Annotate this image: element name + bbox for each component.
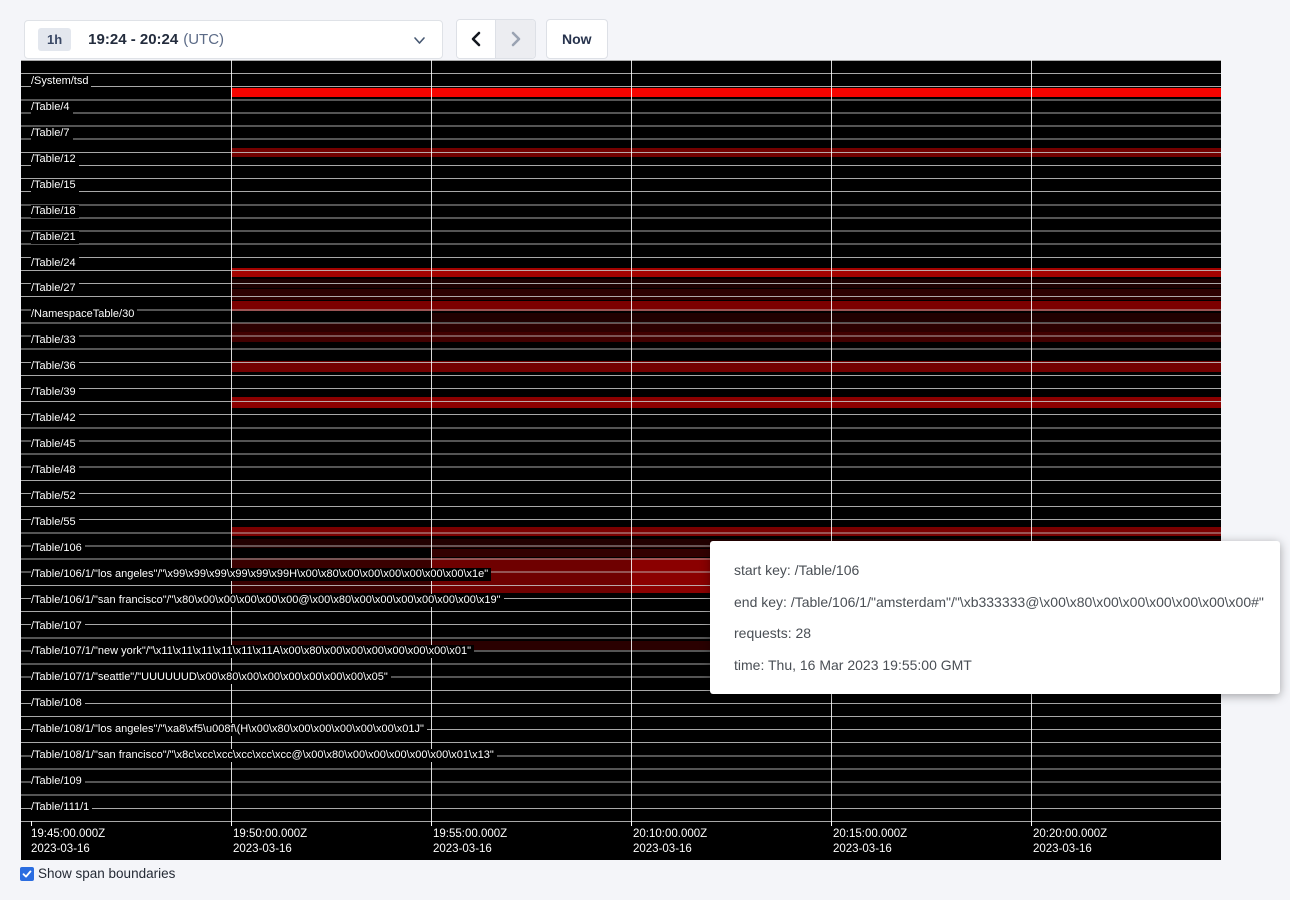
time-axis: 19:45:00.000Z2023-03-16 19:50:00.000Z2023…: [21, 822, 1221, 860]
show-span-boundaries-label: Show span boundaries: [38, 866, 175, 881]
heatmap-band: [231, 279, 1221, 288]
heatmap-band: [231, 332, 1221, 342]
axis-tick: [31, 821, 32, 826]
axis-tick-label: 20:10:00.000Z2023-03-16: [633, 827, 707, 857]
axis-tick-label: 19:55:00.000Z2023-03-16: [433, 827, 507, 857]
chevron-right-icon: [509, 31, 523, 47]
heatmap-band: [231, 88, 1221, 97]
axis-tick: [231, 821, 232, 826]
heatmap-bands: [21, 60, 1221, 822]
heatmap-band: [231, 301, 1221, 311]
heatmap[interactable]: /System/tsd/Table/4/Table/7/Table/12/Tab…: [21, 60, 1221, 860]
heatmap-band: [231, 527, 1221, 536]
axis-tick: [1031, 821, 1032, 826]
axis-tick-label: 20:15:00.000Z2023-03-16: [833, 827, 907, 857]
heatmap-band: [231, 361, 1221, 372]
axis-tick-label: 20:20:00.000Z2023-03-16: [1033, 827, 1107, 857]
chevron-down-icon: [413, 34, 426, 52]
footer: Show span boundaries: [20, 866, 175, 881]
timezone-label: (UTC): [183, 31, 224, 48]
heatmap-band: [231, 323, 1221, 332]
duration-badge: 1h: [38, 28, 71, 51]
axis-tick: [631, 821, 632, 826]
tooltip-line: requests: 28: [734, 623, 1256, 643]
axis-tick: [431, 821, 432, 826]
previous-interval-button[interactable]: [457, 20, 496, 58]
time-range-label: 19:24 - 20:24: [88, 31, 178, 48]
time-range-selector[interactable]: 1h 19:24 - 20:24 (UTC): [24, 20, 443, 59]
heatmap-band: [231, 558, 431, 593]
heatmap-band: [231, 268, 1221, 277]
axis-tick-label: 19:45:00.000Z2023-03-16: [31, 827, 105, 857]
check-icon: [22, 869, 32, 879]
heatmap-band: [231, 148, 1221, 157]
now-button[interactable]: Now: [546, 19, 608, 59]
heatmap-band: [231, 397, 1221, 408]
heatmap-band: [231, 289, 1221, 300]
axis-tick: [831, 821, 832, 826]
key-visualizer-page: 1h 19:24 - 20:24 (UTC) Now /System/tsd/T…: [0, 0, 1290, 900]
tooltip-line: end key: /Table/106/1/"amsterdam"/"\xb33…: [734, 592, 1256, 612]
axis-tick-label: 19:50:00.000Z2023-03-16: [233, 827, 307, 857]
next-interval-button[interactable]: [496, 20, 535, 58]
cell-tooltip: start key: /Table/106 end key: /Table/106…: [710, 541, 1280, 694]
heatmap-band: [431, 313, 1221, 322]
time-nav-group: [456, 19, 536, 59]
tooltip-line: start key: /Table/106: [734, 560, 1256, 580]
chevron-left-icon: [469, 31, 483, 47]
heatmap-band: [431, 558, 631, 593]
tooltip-line: time: Thu, 16 Mar 2023 19:55:00 GMT: [734, 655, 1256, 675]
show-span-boundaries-checkbox[interactable]: [20, 867, 34, 881]
